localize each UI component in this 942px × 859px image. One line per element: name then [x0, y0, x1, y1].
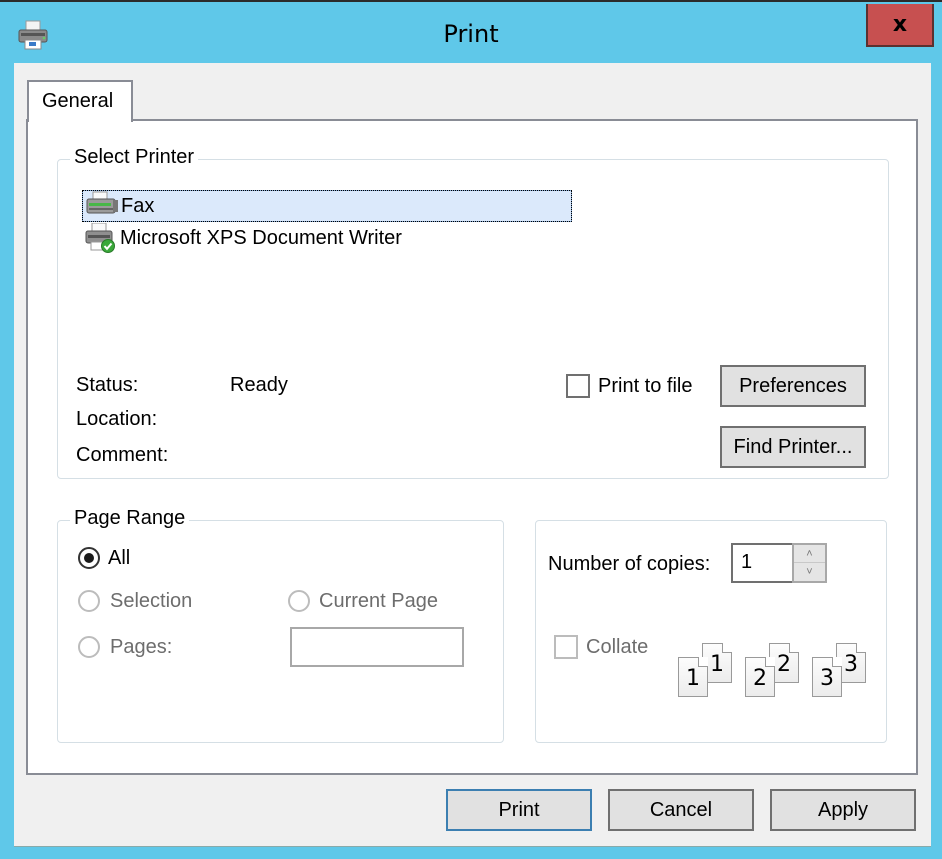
radio-selection-label[interactable]: Selection [110, 590, 192, 613]
location-label: Location: [76, 408, 158, 430]
radio-current-page-label[interactable]: Current Page [319, 590, 438, 613]
print-button[interactable]: Print [446, 789, 592, 831]
radio-current-page[interactable] [288, 590, 310, 612]
close-button[interactable]: x [866, 4, 934, 47]
select-printer-group-label: Select Printer [70, 146, 199, 169]
printer-item-xps[interactable]: Microsoft XPS Document Writer [82, 222, 572, 254]
printer-name: Microsoft XPS Document Writer [120, 226, 402, 249]
printer-name: Fax [121, 194, 155, 217]
apply-button[interactable]: Apply [770, 789, 916, 831]
printer-item-fax[interactable]: Fax [82, 190, 572, 222]
tab-general-label: General [42, 90, 114, 112]
print-to-file-label[interactable]: Print to file [598, 375, 692, 398]
preferences-button[interactable]: Preferences [720, 365, 866, 407]
apply-button-label: Apply [817, 798, 869, 821]
collate-label[interactable]: Collate [586, 636, 648, 659]
pages-input[interactable] [290, 627, 464, 667]
copies-input[interactable]: 1 [731, 543, 794, 583]
find-printer-button[interactable]: Find Printer... [720, 426, 866, 468]
cancel-button-label: Cancel [649, 798, 713, 821]
print-to-file-checkbox[interactable] [566, 374, 590, 398]
comment-label: Comment: [76, 444, 169, 466]
close-icon: x [892, 12, 908, 37]
copies-spinner[interactable]: ˄ ˅ [792, 543, 827, 583]
radio-pages[interactable] [78, 636, 100, 658]
chevron-up-icon: ˄ [806, 547, 813, 560]
collate-preview-2: 2 2 [745, 643, 803, 701]
status-value: Ready [230, 374, 288, 396]
chevron-down-icon: ˅ [806, 566, 813, 578]
radio-pages-label[interactable]: Pages: [110, 636, 172, 659]
fax-printer-icon [86, 191, 118, 214]
collate-preview-1: 1 1 [678, 643, 736, 701]
collate-checkbox[interactable] [554, 635, 578, 659]
print-dialog: Print x General Select Printer Fax Micro… [0, 0, 942, 859]
print-button-label: Print [498, 798, 540, 821]
default-printer-icon [85, 223, 115, 253]
number-of-copies-label: Number of copies: [548, 553, 711, 575]
status-label: Status: [76, 374, 139, 396]
page-icon: 1 [678, 657, 708, 697]
title-bar[interactable]: Print x [0, 4, 942, 62]
preferences-button-label: Preferences [739, 374, 847, 397]
radio-selection[interactable] [78, 590, 100, 612]
printer-list[interactable]: Fax Microsoft XPS Document Writer [82, 190, 572, 254]
radio-all[interactable] [78, 547, 100, 569]
collate-preview-3: 3 3 [812, 643, 870, 701]
window-title: Print [443, 20, 499, 48]
cancel-button[interactable]: Cancel [608, 789, 754, 831]
radio-all-label[interactable]: All [108, 547, 130, 570]
spin-down-button[interactable]: ˅ [794, 563, 825, 581]
page-icon: 2 [745, 657, 775, 697]
tab-general[interactable]: General [27, 80, 133, 122]
page-range-group-label: Page Range [70, 507, 190, 530]
spin-up-button[interactable]: ˄ [794, 545, 825, 563]
find-printer-button-label: Find Printer... [733, 435, 853, 458]
page-icon: 3 [812, 657, 842, 697]
